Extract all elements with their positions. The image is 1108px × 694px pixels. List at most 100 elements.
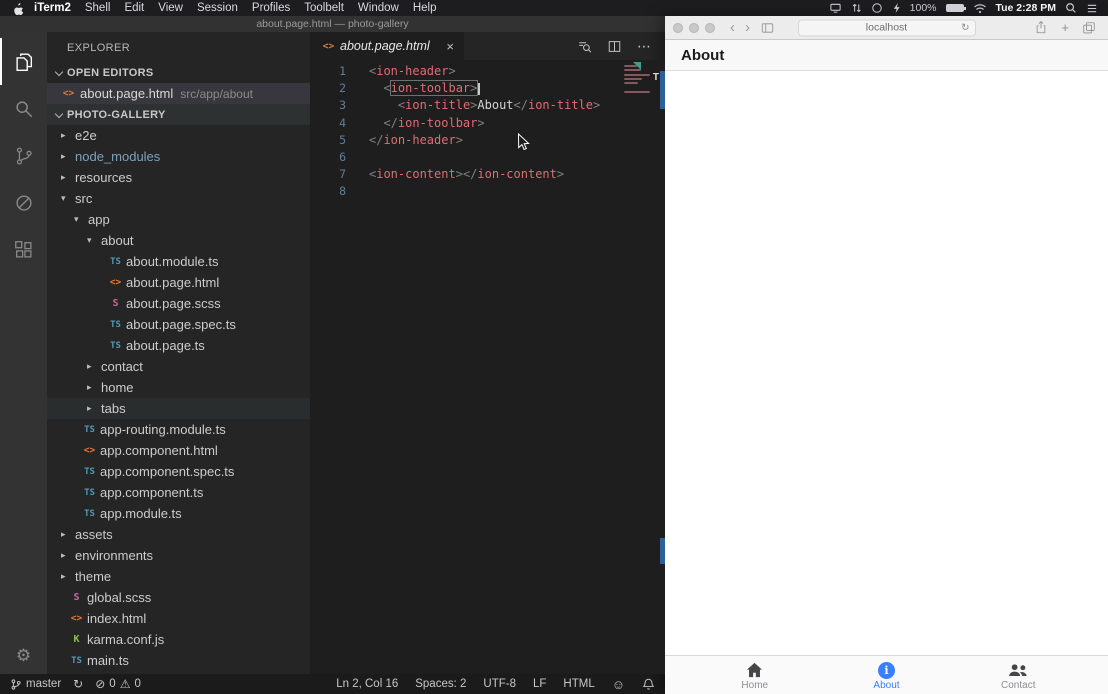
code-line[interactable]: 4 </ion-toolbar> (310, 115, 665, 132)
tree-item-app.component.spec.ts[interactable]: TSapp.component.spec.ts (47, 461, 310, 482)
tree-item-theme[interactable]: ▸theme (47, 566, 310, 587)
menu-edit[interactable]: Edit (117, 2, 151, 14)
eol-setting[interactable]: LF (533, 678, 546, 690)
minimap[interactable] (624, 65, 652, 99)
twisty-icon[interactable]: ▾ (74, 214, 85, 225)
menu-help[interactable]: Help (406, 2, 444, 14)
explorer-icon[interactable] (0, 38, 47, 85)
twisty-icon[interactable]: ▸ (61, 151, 72, 162)
zoom-window-button[interactable] (705, 23, 715, 33)
address-bar[interactable]: localhost ↻ (798, 19, 976, 36)
menu-extra-icon[interactable] (892, 2, 901, 14)
twisty-icon[interactable]: ▸ (61, 172, 72, 183)
tree-item-contact[interactable]: ▸contact (47, 356, 310, 377)
close-window-button[interactable] (673, 23, 683, 33)
extensions-icon[interactable] (0, 226, 47, 273)
tab-contact[interactable]: Contact (976, 660, 1060, 691)
code-line[interactable]: 1<ion-header> (310, 63, 665, 80)
tree-item-main.ts[interactable]: TSmain.ts (47, 650, 310, 671)
settings-gear-icon[interactable]: ⚙ (0, 646, 47, 666)
sidebar-toggle-icon[interactable] (760, 21, 775, 35)
code-line[interactable]: 6 (310, 149, 665, 166)
split-editor-icon[interactable] (607, 39, 622, 54)
code-line[interactable]: 7<ion-content></ion-content> (310, 166, 665, 183)
menu-extra-icon[interactable] (829, 2, 842, 14)
tree-item-global.scss[interactable]: Sglobal.scss (47, 587, 310, 608)
menu-profiles[interactable]: Profiles (245, 2, 297, 14)
tree-item-environments[interactable]: ▸environments (47, 545, 310, 566)
apple-menu-icon[interactable] (12, 2, 23, 15)
menu-iterm2[interactable]: iTerm2 (27, 2, 78, 14)
show-all-tabs-icon[interactable] (1082, 21, 1096, 35)
notification-center-icon[interactable] (1086, 3, 1098, 14)
indentation-setting[interactable]: Spaces: 2 (415, 678, 466, 690)
tree-item-index.html[interactable]: <>index.html (47, 608, 310, 629)
cursor-position[interactable]: Ln 2, Col 16 (336, 678, 398, 690)
code-line[interactable]: 3 <ion-title>About</ion-title> (310, 97, 665, 114)
menu-clock[interactable]: Tue 2:28 PM (996, 2, 1057, 14)
spotlight-icon[interactable] (1065, 2, 1077, 14)
tree-item-resources[interactable]: ▸resources (47, 167, 310, 188)
twisty-icon[interactable]: ▾ (87, 235, 98, 246)
menu-toolbelt[interactable]: Toolbelt (297, 2, 351, 14)
twisty-icon[interactable]: ▸ (61, 130, 72, 141)
tree-item-src[interactable]: ▾src (47, 188, 310, 209)
find-icon[interactable] (577, 39, 592, 54)
tree-item-app.component.html[interactable]: <>app.component.html (47, 440, 310, 461)
open-editors-section[interactable]: OPEN EDITORS (47, 62, 310, 83)
menu-shell[interactable]: Shell (78, 2, 118, 14)
code-line[interactable]: 8 (310, 183, 665, 200)
more-actions-icon[interactable]: ⋯ (637, 38, 652, 55)
twisty-icon[interactable]: ▸ (87, 382, 98, 393)
menu-extra-icon[interactable] (851, 2, 862, 14)
tree-item-node_modules[interactable]: ▸node_modules (47, 146, 310, 167)
language-mode[interactable]: HTML (563, 678, 594, 690)
close-tab-icon[interactable]: × (446, 39, 454, 54)
sync-icon[interactable]: ↻ (73, 677, 83, 691)
menu-extra-icon[interactable] (871, 2, 883, 14)
reload-icon[interactable]: ↻ (961, 22, 969, 33)
twisty-icon[interactable]: ▸ (61, 550, 72, 561)
vscode-titlebar[interactable]: about.page.html — photo-gallery (0, 16, 665, 32)
twisty-icon[interactable]: ▸ (87, 361, 98, 372)
wifi-icon[interactable] (973, 3, 987, 14)
minimize-window-button[interactable] (689, 23, 699, 33)
tree-item-app[interactable]: ▾app (47, 209, 310, 230)
code-editor[interactable]: 1<ion-header>2 <ion-toolbar>3 <ion-title… (310, 60, 665, 674)
feedback-smiley-icon[interactable]: ☺ (612, 677, 625, 692)
tree-item-app.module.ts[interactable]: TSapp.module.ts (47, 503, 310, 524)
tree-item-assets[interactable]: ▸assets (47, 524, 310, 545)
twisty-icon[interactable]: ▸ (61, 529, 72, 540)
debug-icon[interactable] (0, 179, 47, 226)
tree-item-about.page.ts[interactable]: TSabout.page.ts (47, 335, 310, 356)
tree-item-about.page.scss[interactable]: Sabout.page.scss (47, 293, 310, 314)
code-line[interactable]: 5</ion-header> (310, 132, 665, 149)
encoding-setting[interactable]: UTF-8 (483, 678, 516, 690)
tree-item-e2e[interactable]: ▸e2e (47, 125, 310, 146)
source-control-icon[interactable] (0, 132, 47, 179)
tree-item-karma.conf.js[interactable]: Kkarma.conf.js (47, 629, 310, 650)
forward-button[interactable]: › (740, 21, 755, 35)
tree-item-about.page.html[interactable]: <>about.page.html (47, 272, 310, 293)
tab-home[interactable]: Home (713, 660, 797, 691)
menu-window[interactable]: Window (351, 2, 406, 14)
tree-item-app.component.ts[interactable]: TSapp.component.ts (47, 482, 310, 503)
search-icon[interactable] (0, 85, 47, 132)
new-tab-icon[interactable]: + (1061, 21, 1069, 34)
git-branch-indicator[interactable]: master (10, 678, 61, 691)
share-icon[interactable] (1034, 20, 1048, 35)
twisty-icon[interactable]: ▸ (87, 403, 98, 414)
tab-about[interactable]: i About (845, 660, 929, 691)
problems-indicator[interactable]: ⊘ 0 ⚠ 0 (95, 677, 141, 691)
menu-view[interactable]: View (151, 2, 190, 14)
tree-item-about[interactable]: ▾about (47, 230, 310, 251)
tab-about-page-html[interactable]: <> about.page.html × (310, 32, 464, 60)
twisty-icon[interactable]: ▸ (61, 571, 72, 582)
menu-session[interactable]: Session (190, 2, 245, 14)
project-section[interactable]: PHOTO-GALLERY (47, 104, 310, 125)
battery-icon[interactable] (946, 4, 964, 12)
back-button[interactable]: ‹ (725, 21, 740, 35)
notifications-bell-icon[interactable] (642, 677, 655, 691)
tree-item-about.module.ts[interactable]: TSabout.module.ts (47, 251, 310, 272)
code-line[interactable]: 2 <ion-toolbar> (310, 80, 665, 97)
